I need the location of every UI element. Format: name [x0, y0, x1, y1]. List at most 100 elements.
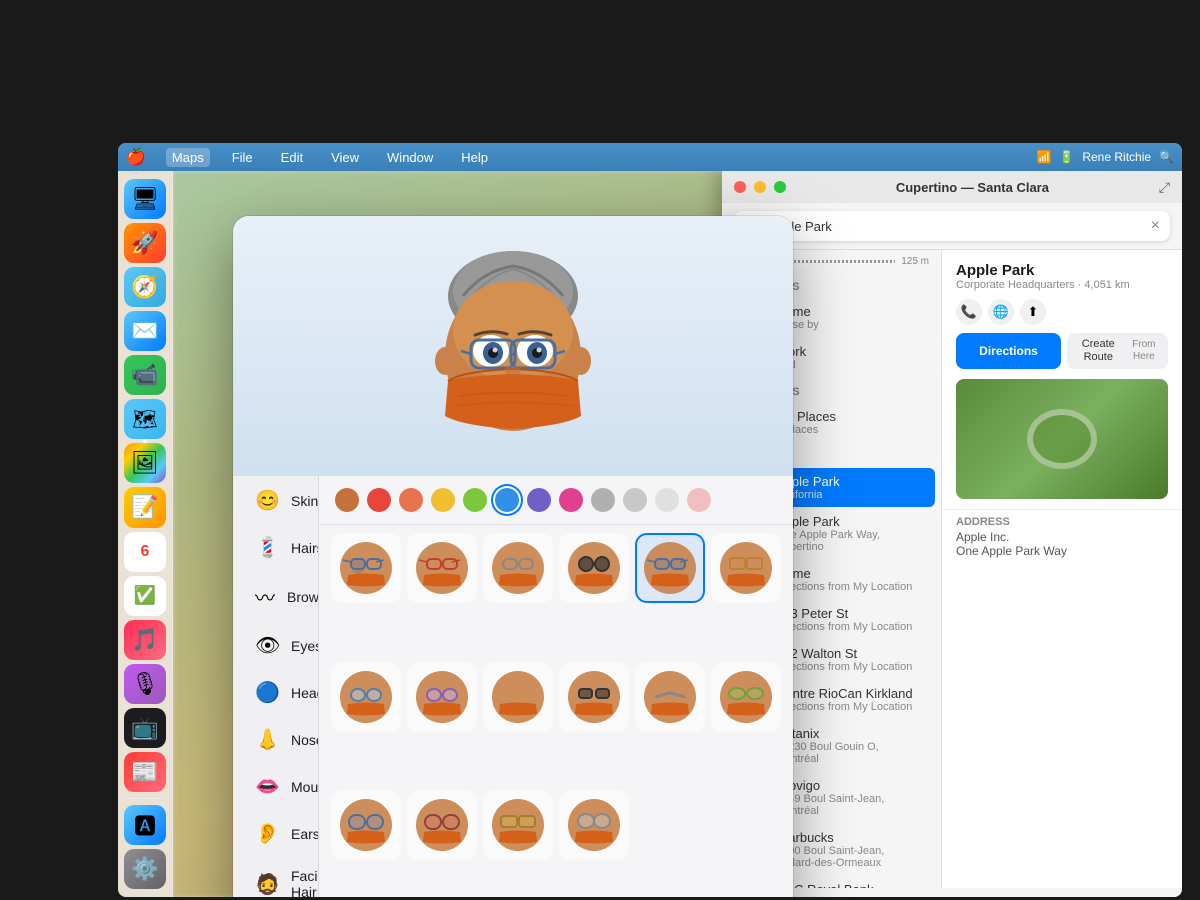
- dock-podcasts[interactable]: 🎙: [124, 664, 166, 704]
- menu-view[interactable]: View: [325, 148, 365, 167]
- share-action-icon[interactable]: ⬆: [1020, 299, 1046, 325]
- hairstyle-icon: 💈: [255, 535, 279, 560]
- menu-file[interactable]: File: [226, 148, 259, 167]
- eyewear-option-11[interactable]: [635, 662, 705, 732]
- color-silver[interactable]: [623, 488, 647, 512]
- color-gray[interactable]: [591, 488, 615, 512]
- main-area: Cupertino — Santa Clara ⤢ 🔍 × 0: [173, 171, 1182, 897]
- color-brown[interactable]: [335, 488, 359, 512]
- color-green[interactable]: [463, 488, 487, 512]
- address-value: Apple Inc.One Apple Park Way: [956, 530, 1168, 558]
- maps-search-input[interactable]: [768, 219, 1142, 234]
- dock-mail[interactable]: ✉️: [124, 311, 166, 351]
- dock-finder[interactable]: 🖥: [124, 179, 166, 219]
- sidebar-nose[interactable]: 👃 Nose: [239, 717, 312, 762]
- dock-maps[interactable]: 🗺: [124, 399, 166, 439]
- eyewear-option-12[interactable]: [711, 662, 781, 732]
- route-centre-text: Centre RioCan Kirkland Directions from M…: [776, 686, 923, 713]
- sidebar-mouth[interactable]: 👄 Mouth: [239, 764, 312, 809]
- color-red[interactable]: [367, 488, 391, 512]
- eyewear-option-16[interactable]: [559, 790, 629, 860]
- route-163-sub: Directions from My Location: [776, 621, 923, 633]
- dock-facetime[interactable]: 📹: [124, 355, 166, 395]
- search-clear-button[interactable]: ×: [1151, 217, 1160, 235]
- dock-launchpad[interactable]: 🚀: [124, 223, 166, 263]
- mouth-icon: 👄: [255, 774, 279, 799]
- sidebar-skin[interactable]: 😊 Skin: [239, 478, 312, 523]
- brows-label: Brows: [287, 589, 319, 605]
- eyewear-option-8[interactable]: [407, 662, 477, 732]
- eyewear-option-7[interactable]: [331, 662, 401, 732]
- color-light-pink[interactable]: [687, 488, 711, 512]
- sidebar-head[interactable]: 🔵 Head: [239, 670, 312, 715]
- address-title: Address: [956, 516, 1168, 528]
- eyewear-option-5[interactable]: [635, 533, 705, 603]
- eyewear-option-1[interactable]: [331, 533, 401, 603]
- color-yellow[interactable]: [431, 488, 455, 512]
- dock-music[interactable]: 🎵: [124, 620, 166, 660]
- apple-park-photo[interactable]: [956, 379, 1168, 499]
- eyewear-option-6[interactable]: [711, 533, 781, 603]
- route-162-sub: Directions from My Location: [776, 661, 923, 673]
- maximize-button[interactable]: [774, 181, 786, 193]
- apple-park-header: Apple Park Corporate Headquarters · 4,05…: [942, 250, 1182, 295]
- dock-reminders[interactable]: ✅: [124, 576, 166, 616]
- eyewear-option-15[interactable]: [483, 790, 553, 860]
- apple-logo-icon[interactable]: 🍎: [126, 147, 146, 167]
- route-163-text: 163 Peter St Directions from My Location: [776, 606, 923, 633]
- eyewear-option-14[interactable]: [407, 790, 477, 860]
- eyewear-option-9[interactable]: [483, 662, 553, 732]
- hairstyle-label: Hairstyle: [291, 540, 319, 556]
- color-pink[interactable]: [559, 488, 583, 512]
- botanix-title: Botanix: [776, 726, 923, 741]
- close-button[interactable]: [734, 181, 746, 193]
- mouth-label: Mouth: [291, 779, 319, 795]
- eyewear-option-4[interactable]: [559, 533, 629, 603]
- sidebar-eyes[interactable]: 👁 Eyes: [239, 623, 312, 668]
- color-orange[interactable]: [399, 488, 423, 512]
- dock-settings[interactable]: ⚙️: [124, 849, 166, 889]
- create-route-button[interactable]: Create RouteFrom Here: [1067, 333, 1168, 369]
- dock-safari[interactable]: 🧭: [124, 267, 166, 307]
- dock-calendar[interactable]: 6: [124, 532, 166, 572]
- phone-action-icon[interactable]: 📞: [956, 299, 982, 325]
- color-light-gray[interactable]: [655, 488, 679, 512]
- menu-bar: 🍎 Maps File Edit View Window Help 📶 🔋 Re…: [118, 143, 1182, 171]
- sidebar-facial-hair[interactable]: 🧔 Facial Hair: [239, 858, 312, 897]
- apple-park-title: Apple Park: [956, 262, 1168, 279]
- sidebar-hairstyle[interactable]: 💈 Hairstyle: [239, 525, 312, 570]
- eyewear-option-10[interactable]: [559, 662, 629, 732]
- route-163-title: 163 Peter St: [776, 606, 923, 621]
- starbucks-sub: 3700 Boul Saint-Jean, Dollard-des-Ormeau…: [776, 845, 923, 869]
- dock-photos[interactable]: 🖼: [124, 443, 166, 483]
- menu-maps[interactable]: Maps: [166, 148, 210, 167]
- sidebar-brows[interactable]: 〰 Brows: [239, 572, 312, 621]
- myplaces-sub: 3 Places: [776, 424, 923, 436]
- dock-notes[interactable]: 📝: [124, 487, 166, 527]
- recent-1-text: Apple Park California: [776, 474, 923, 501]
- color-blue[interactable]: [495, 488, 519, 512]
- menu-edit[interactable]: Edit: [275, 148, 309, 167]
- ears-icon: 👂: [255, 821, 279, 846]
- menu-help[interactable]: Help: [455, 148, 494, 167]
- eyewear-option-2[interactable]: [407, 533, 477, 603]
- color-purple[interactable]: [527, 488, 551, 512]
- search-menubar-icon[interactable]: 🔍: [1159, 150, 1174, 164]
- address-section: Address Apple Inc.One Apple Park Way: [942, 509, 1182, 564]
- eyewear-option-3[interactable]: [483, 533, 553, 603]
- expand-icon[interactable]: ⤢: [1159, 179, 1170, 196]
- minimize-button[interactable]: [754, 181, 766, 193]
- menu-window[interactable]: Window: [381, 148, 439, 167]
- brows-icon: 〰: [255, 582, 275, 611]
- eyewear-option-13[interactable]: [331, 790, 401, 860]
- dock-appletv[interactable]: 📺: [124, 708, 166, 748]
- directions-button[interactable]: Directions: [956, 333, 1061, 369]
- memoji-body: 😊 Skin 💈 Hairstyle 〰 Brows 👁 Eyes: [233, 476, 793, 897]
- skin-icon: 😊: [255, 488, 279, 513]
- maps-search-box: 🔍 ×: [734, 211, 1170, 241]
- dock-news[interactable]: 📰: [124, 752, 166, 792]
- dock-appstore[interactable]: 🅰: [124, 805, 166, 845]
- globe-action-icon[interactable]: 🌐: [988, 299, 1014, 325]
- myplaces-text: My Places 3 Places: [776, 409, 923, 436]
- sidebar-ears[interactable]: 👂 Ears: [239, 811, 312, 856]
